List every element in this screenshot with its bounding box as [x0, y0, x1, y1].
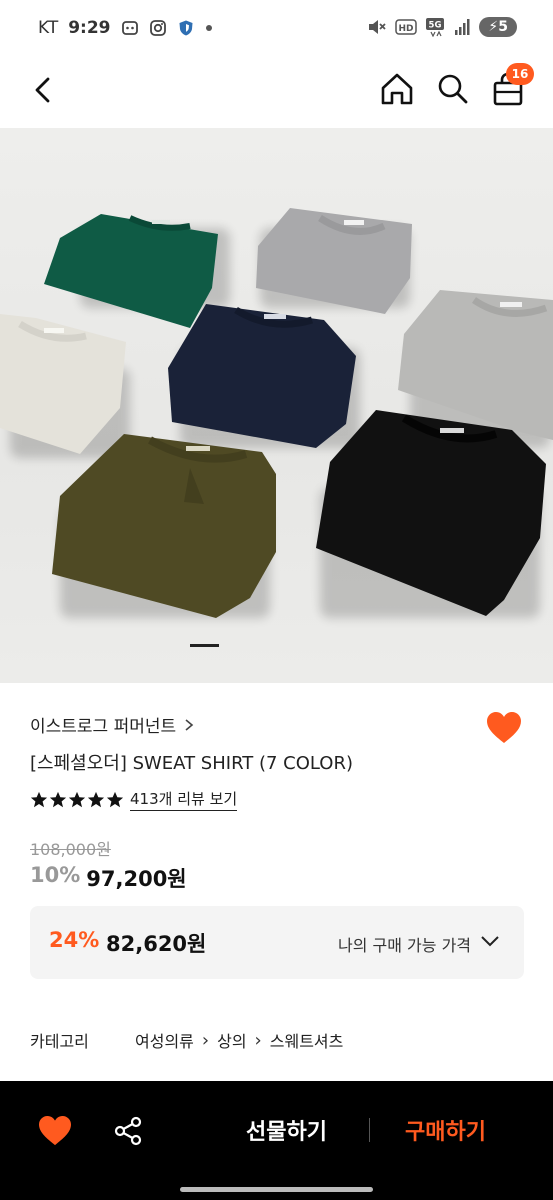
my-price-label: 나의 구매 가능 가격	[338, 936, 472, 955]
review-link[interactable]: 413개 리뷰 보기	[130, 788, 238, 811]
category-row: 카테고리 여성의류 › 상의 › 스웨트셔츠	[30, 1028, 343, 1052]
category-label: 카테고리	[30, 1032, 89, 1051]
discount-rate: 10%	[30, 863, 81, 887]
status-bar: KT 9:29 HD 5G ⚡5	[0, 0, 553, 60]
rating-row: 413개 리뷰 보기	[30, 788, 238, 811]
breadcrumb-separator: ›	[201, 1029, 210, 1051]
product-image[interactable]	[0, 128, 553, 683]
instagram-icon	[149, 20, 166, 36]
star-icon	[30, 791, 48, 807]
wishlist-heart-icon[interactable]	[38, 1115, 72, 1147]
carrier-label: KT	[38, 18, 59, 38]
chevron-right-icon	[185, 718, 194, 731]
search-icon[interactable]	[434, 70, 472, 108]
svg-text:HD: HD	[399, 24, 414, 34]
hd-icon: HD	[395, 19, 418, 35]
star-icon	[49, 791, 67, 807]
back-icon[interactable]	[26, 72, 62, 108]
more-notifications-dot	[205, 25, 212, 31]
breadcrumb: 여성의류 › 상의 › 스웨트셔츠	[135, 1028, 343, 1052]
status-right: HD 5G ⚡5	[367, 17, 517, 37]
home-icon[interactable]	[378, 70, 416, 108]
brand-name: 이스트로그 퍼머넌트	[30, 717, 177, 737]
breadcrumb-item[interactable]: 상의	[217, 1028, 246, 1052]
buy-button[interactable]: 구매하기	[405, 1114, 486, 1146]
breadcrumb-item[interactable]: 스웨트셔츠	[270, 1028, 344, 1052]
divider	[369, 1118, 370, 1142]
my-price-box[interactable]: 24% 82,620원 나의 구매 가능 가격	[30, 906, 524, 979]
share-icon[interactable]	[112, 1115, 144, 1147]
chevron-down-icon[interactable]	[479, 930, 501, 952]
star-icon	[106, 791, 124, 807]
wishlist-heart-icon[interactable]	[486, 711, 522, 745]
breadcrumb-separator: ›	[254, 1029, 262, 1051]
svg-text:5G: 5G	[429, 21, 442, 31]
clock: 9:29	[68, 18, 111, 38]
top-nav: 16	[0, 60, 553, 128]
signal-icon	[455, 19, 470, 35]
price-row: 10% 97,200원	[30, 863, 187, 893]
star-icon	[68, 791, 86, 807]
my-discount-rate: 24%	[49, 928, 100, 952]
notification-app-icon	[121, 21, 138, 35]
product-title: [스페셜오더] SWEAT SHIRT (7 COLOR)	[30, 753, 353, 774]
sweatshirt-green	[44, 214, 218, 328]
cart-count-badge: 16	[506, 63, 534, 85]
battery-level: 5	[498, 19, 508, 35]
star-rating	[30, 791, 124, 809]
battery-indicator: ⚡5	[479, 17, 517, 37]
original-price: 108,000원	[30, 840, 111, 859]
brand-link[interactable]: 이스트로그 퍼머넌트	[30, 712, 194, 737]
star-icon	[87, 791, 105, 807]
sweatshirts-photo	[0, 208, 553, 618]
carousel-indicator	[190, 644, 219, 647]
gesture-bar	[180, 1187, 373, 1192]
mute-icon	[369, 20, 387, 34]
bottom-action-bar: 선물하기 구매하기	[0, 1081, 553, 1200]
status-left: KT 9:29	[38, 18, 213, 38]
my-price: 82,620원	[106, 932, 207, 956]
sale-price: 97,200원	[86, 867, 187, 891]
shield-icon	[179, 20, 193, 36]
gift-button[interactable]: 선물하기	[246, 1114, 327, 1146]
breadcrumb-item[interactable]: 여성의류	[135, 1028, 194, 1052]
network-5g-icon: 5G	[426, 18, 445, 37]
